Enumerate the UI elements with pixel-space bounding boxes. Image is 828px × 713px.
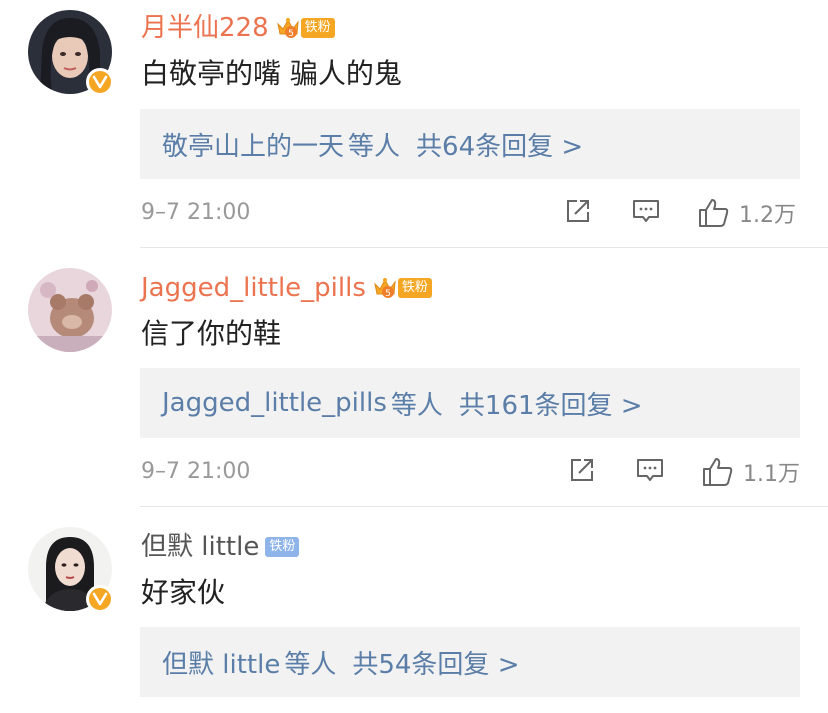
avatar[interactable]: [28, 268, 112, 352]
reply-summary[interactable]: 但默 little 等人 共54条回复 >: [140, 627, 800, 697]
reply-suffix: 等人: [284, 649, 337, 680]
username[interactable]: 月半仙228: [141, 12, 269, 44]
verified-icon: [86, 68, 114, 96]
like-icon: [699, 199, 729, 227]
comment-item: Jagged_little_pills 5 铁粉 信了你的鞋 Jagged_li…: [0, 248, 828, 506]
avatar[interactable]: [28, 527, 114, 613]
share-icon: [571, 459, 593, 481]
comment-button[interactable]: [631, 196, 661, 226]
fan-badge[interactable]: 5 铁粉: [275, 16, 335, 40]
reply-suffix: 等人: [348, 131, 401, 162]
svg-text:5: 5: [288, 29, 294, 39]
like-count: 1.1万: [743, 462, 800, 487]
timestamp: 9–7 21:00: [141, 459, 251, 484]
comment-icon: [637, 459, 663, 481]
verified-icon: [86, 585, 114, 613]
comment-text: 白敬亭的嘴 骗人的鬼: [141, 57, 402, 90]
fan-badge[interactable]: 铁粉: [265, 535, 300, 559]
comment-text: 好家伙: [141, 576, 226, 609]
username[interactable]: Jagged_little_pills: [141, 272, 366, 304]
reply-count: 共54条回复 >: [352, 649, 520, 680]
share-button[interactable]: [563, 196, 593, 226]
like-icon: [703, 458, 733, 486]
reply-users: Jagged_little_pills: [162, 388, 387, 418]
fan-badge[interactable]: 5 铁粉: [372, 276, 432, 300]
reply-count: 共64条回复 >: [416, 131, 584, 162]
comment-item: 但默 little 铁粉 好家伙 但默 little 等人 共54条回复 >: [0, 507, 828, 713]
username[interactable]: 但默 little: [141, 531, 259, 563]
comment-item: 月半仙228 5 铁粉 白敬亭的嘴 骗人的鬼 敬亭山上的一天 等人 共64条回复…: [0, 0, 828, 248]
timestamp: 9–7 21:00: [141, 200, 251, 225]
comment-meta: 9–7 21:00 1.1万: [141, 453, 801, 493]
reply-users: 但默 little: [162, 649, 281, 680]
fan-badge-label: 铁粉: [265, 537, 300, 557]
like-button[interactable]: 1.1万: [701, 455, 800, 489]
share-icon: [567, 200, 589, 222]
name-row: 月半仙228 5 铁粉: [141, 8, 335, 48]
name-row: 但默 little 铁粉: [141, 527, 300, 567]
like-count: 1.2万: [739, 203, 796, 228]
reply-count: 共161条回复 >: [458, 390, 643, 421]
reply-suffix: 等人: [390, 390, 443, 421]
like-button[interactable]: 1.2万: [697, 196, 796, 230]
fan-badge-label: 铁粉: [397, 278, 432, 298]
reply-summary[interactable]: Jagged_little_pills 等人 共161条回复 >: [140, 368, 800, 438]
reply-users: 敬亭山上的一天: [162, 131, 345, 162]
comment-text: 信了你的鞋: [141, 317, 282, 350]
avatar-image: [28, 268, 112, 352]
share-button[interactable]: [567, 455, 597, 485]
comment-button[interactable]: [635, 455, 665, 485]
fan-badge-label: 铁粉: [300, 18, 335, 38]
reply-summary[interactable]: 敬亭山上的一天 等人 共64条回复 >: [140, 109, 800, 179]
name-row: Jagged_little_pills 5 铁粉: [141, 268, 432, 308]
svg-text:5: 5: [385, 289, 391, 299]
comment-icon: [633, 200, 659, 222]
avatar[interactable]: [28, 10, 114, 96]
comment-meta: 9–7 21:00 1.2万: [141, 194, 801, 234]
